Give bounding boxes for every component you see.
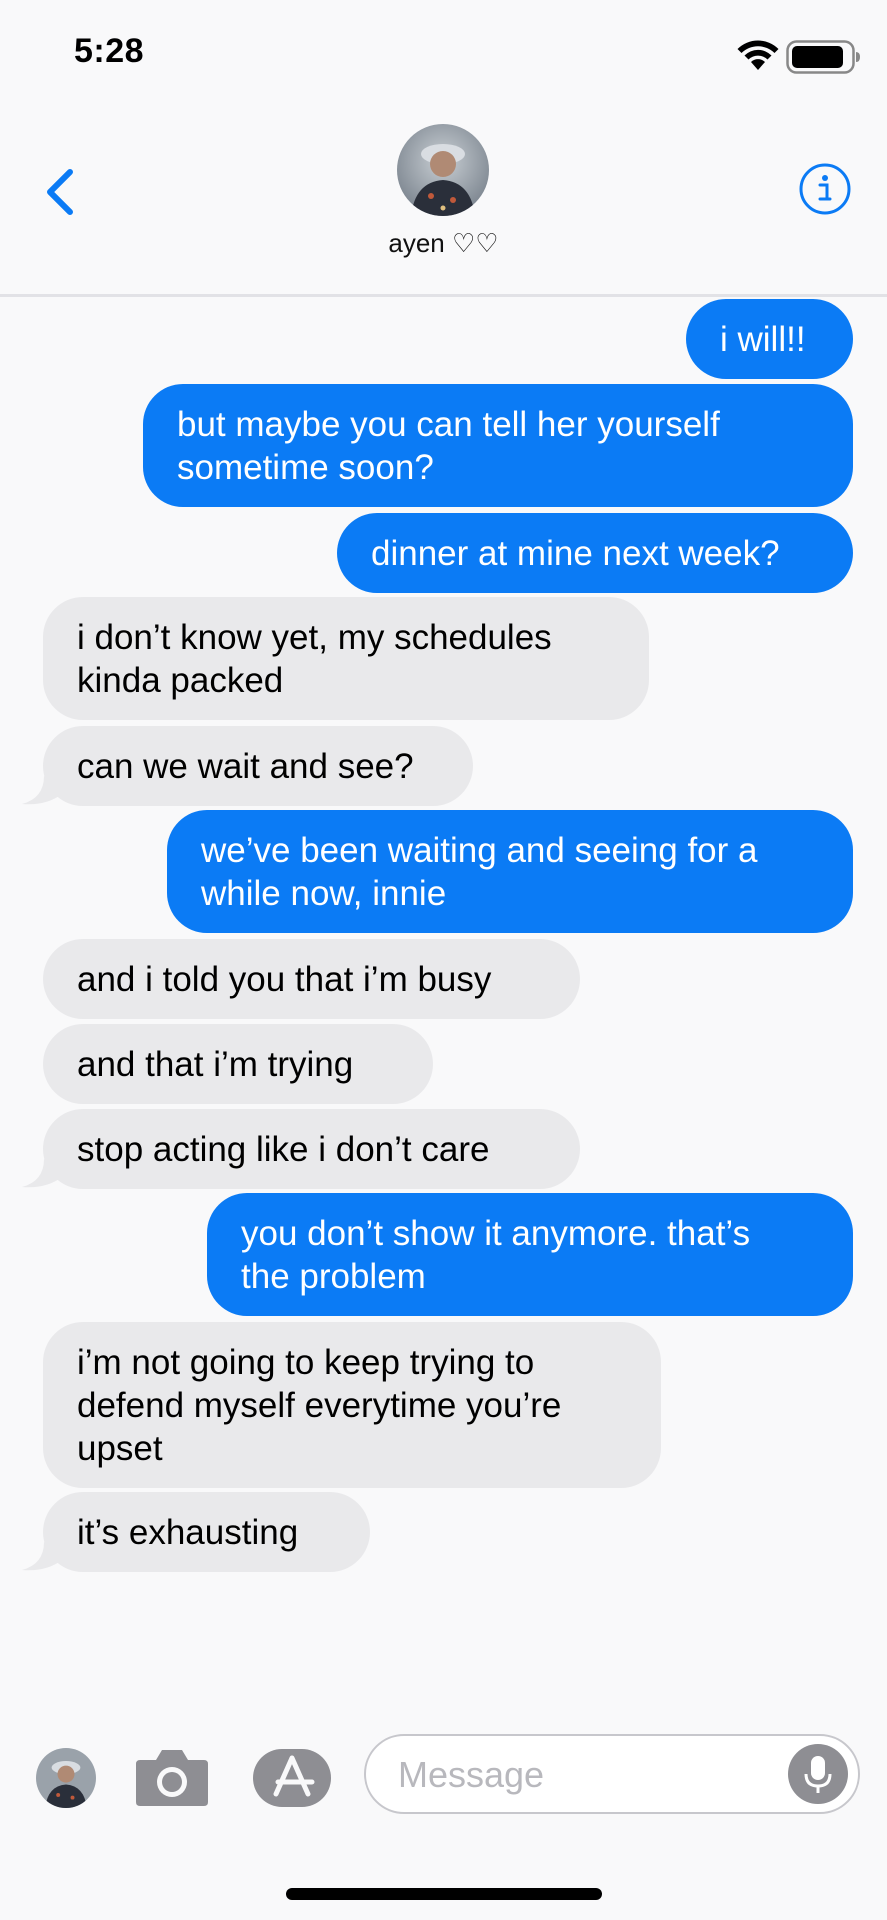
avatar-photo: [397, 124, 489, 216]
message-input[interactable]: [396, 1746, 780, 1804]
microphone-button[interactable]: [788, 1744, 848, 1804]
microphone-icon: [804, 1756, 832, 1793]
bubble-tail: [22, 1542, 62, 1571]
incoming-message-bubble[interactable]: i’m not going to keep trying to defend m…: [43, 1322, 661, 1488]
message-text: and that i’m trying: [77, 1044, 354, 1084]
message-text: but maybe you can tell her yourself some…: [177, 404, 720, 487]
contact-avatar[interactable]: [397, 124, 489, 216]
outgoing-message-bubble[interactable]: but maybe you can tell her yourself some…: [143, 384, 853, 507]
message-field[interactable]: [364, 1734, 860, 1814]
app-store-icon[interactable]: [252, 1748, 334, 1808]
incoming-message-bubble[interactable]: i don’t know yet, my schedules kinda pac…: [43, 597, 649, 720]
input-bar: [0, 1700, 887, 1920]
home-indicator[interactable]: [286, 1888, 602, 1900]
back-chevron-icon[interactable]: [36, 162, 86, 222]
avatar-photo: [36, 1748, 96, 1808]
message-text: you don’t show it anymore. that’s the pr…: [241, 1213, 751, 1296]
message-text: dinner at mine next week?: [371, 533, 780, 573]
outgoing-message-bubble[interactable]: i will!!: [686, 299, 853, 379]
incoming-message-bubble[interactable]: and i told you that i’m busy: [43, 939, 580, 1019]
contact-name[interactable]: ayen ♡♡: [0, 228, 887, 259]
memoji-avatar-button[interactable]: [36, 1748, 96, 1808]
message-text: stop acting like i don’t care: [77, 1129, 490, 1169]
incoming-message-bubble[interactable]: can we wait and see?: [43, 726, 473, 806]
message-text: it’s exhausting: [77, 1512, 299, 1552]
incoming-message-bubble[interactable]: it’s exhausting: [43, 1492, 370, 1572]
message-text: can we wait and see?: [77, 746, 414, 786]
message-text: i’m not going to keep trying to defend m…: [77, 1342, 562, 1468]
conversation-header: ayen ♡♡: [0, 110, 887, 297]
incoming-message-bubble[interactable]: stop acting like i don’t care: [43, 1109, 580, 1189]
incoming-message-bubble[interactable]: and that i’m trying: [43, 1024, 433, 1104]
camera-icon[interactable]: [134, 1746, 210, 1808]
bubble-tail: [22, 776, 62, 805]
message-text: i will!!: [720, 319, 806, 359]
outgoing-message-bubble[interactable]: you don’t show it anymore. that’s the pr…: [207, 1193, 853, 1316]
message-text: and i told you that i’m busy: [77, 959, 492, 999]
info-icon[interactable]: [798, 162, 852, 216]
message-text: i don’t know yet, my schedules kinda pac…: [77, 617, 552, 700]
outgoing-message-bubble[interactable]: we’ve been waiting and seeing for a whil…: [167, 810, 853, 933]
message-text: we’ve been waiting and seeing for a whil…: [201, 830, 758, 913]
outgoing-message-bubble[interactable]: dinner at mine next week?: [337, 513, 853, 593]
bubble-tail: [22, 1159, 62, 1188]
